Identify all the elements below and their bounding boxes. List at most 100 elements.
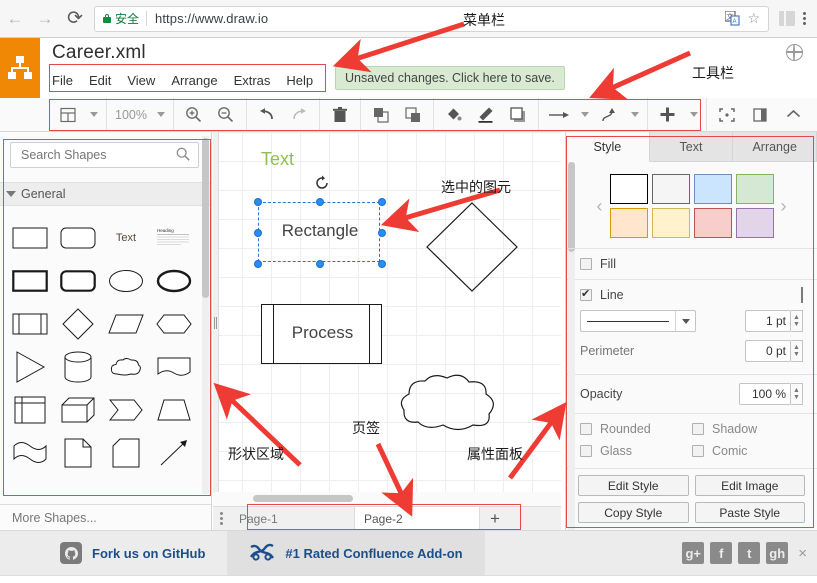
line-width-field[interactable]: 1 pt: [745, 310, 791, 332]
rounded-checkbox[interactable]: [580, 423, 592, 435]
swatch-purple[interactable]: [735, 208, 774, 238]
chevron-right-icon[interactable]: ›: [774, 196, 794, 217]
undo-icon[interactable]: [255, 103, 279, 127]
perimeter-field[interactable]: 0 pt: [745, 340, 791, 362]
shape-hexagon[interactable]: [150, 302, 198, 345]
view-dropdown-caret[interactable]: [90, 112, 98, 117]
shadow-icon[interactable]: [506, 103, 530, 127]
zoom-out-icon[interactable]: [214, 103, 238, 127]
shape-ellipse-thick[interactable]: [150, 259, 198, 302]
opacity-field[interactable]: 100 %: [739, 383, 791, 405]
edit-style-button[interactable]: Edit Style: [578, 475, 689, 496]
send-to-back-icon[interactable]: [401, 103, 425, 127]
shape-rectangle[interactable]: [6, 216, 54, 259]
shape-line[interactable]: [150, 431, 198, 474]
shadow-checkbox[interactable]: [692, 423, 704, 435]
more-shapes-button[interactable]: More Shapes...: [0, 504, 211, 530]
search-input[interactable]: [19, 147, 176, 163]
canvas-hscroll-thumb[interactable]: [253, 495, 353, 502]
swatch-grey[interactable]: [651, 174, 690, 204]
shape-cylinder[interactable]: [54, 345, 102, 388]
insert-dropdown-caret[interactable]: [689, 112, 698, 117]
format-panel-icon[interactable]: [748, 103, 772, 127]
unsaved-changes-notice[interactable]: Unsaved changes. Click here to save.: [335, 66, 565, 90]
tab-style[interactable]: Style: [566, 132, 650, 162]
fill-checkbox[interactable]: [580, 258, 592, 270]
tab-arrange[interactable]: Arrange: [733, 132, 817, 162]
shape-rounded-rectangle[interactable]: [54, 216, 102, 259]
shape-trapezoid[interactable]: [150, 388, 198, 431]
shape-cube[interactable]: [54, 388, 102, 431]
chevron-left-icon[interactable]: ‹: [590, 196, 610, 217]
add-page-button[interactable]: +: [480, 509, 510, 529]
shapes-scrollbar-thumb[interactable]: [202, 138, 209, 298]
shape-ellipse[interactable]: [102, 259, 150, 302]
shape-diamond[interactable]: [54, 302, 102, 345]
zoom-dropdown-caret[interactable]: [156, 112, 165, 117]
line-width-stepper[interactable]: ▲ ▼: [791, 310, 803, 332]
shape-text[interactable]: Text: [102, 216, 150, 259]
fill-color-icon[interactable]: [442, 103, 466, 127]
insert-plus-icon[interactable]: [656, 103, 680, 127]
view-layout-icon[interactable]: [56, 103, 80, 127]
kebab-menu-icon[interactable]: [799, 9, 810, 28]
edit-image-button[interactable]: Edit Image: [694, 475, 805, 496]
address-bar[interactable]: 安全 https://www.draw.io 文A ☆: [94, 5, 769, 32]
line-color-icon[interactable]: [474, 103, 498, 127]
shape-process[interactable]: [6, 302, 54, 345]
page-tab-page-2[interactable]: Page-2: [355, 506, 480, 531]
swatch-blue[interactable]: [693, 174, 732, 204]
connection-dropdown-caret[interactable]: [580, 112, 589, 117]
fullscreen-icon[interactable]: [715, 103, 739, 127]
confluence-addon-link[interactable]: #1 Rated Confluence Add-on: [227, 530, 485, 576]
glass-checkbox[interactable]: [580, 445, 592, 457]
zoom-level-label[interactable]: 100%: [115, 108, 147, 122]
shape-note[interactable]: [54, 431, 102, 474]
swatch-green[interactable]: [735, 174, 774, 204]
menu-item-arrange[interactable]: Arrange: [171, 73, 217, 88]
line-style-select[interactable]: [580, 310, 696, 332]
line-style-caret[interactable]: [675, 311, 695, 331]
shape-step[interactable]: [102, 388, 150, 431]
cloud-shape[interactable]: [400, 374, 494, 431]
shape-triangle[interactable]: [6, 345, 54, 388]
bring-to-front-icon[interactable]: [369, 103, 393, 127]
shape-rounded-thick[interactable]: [54, 259, 102, 302]
line-color-button[interactable]: [801, 287, 803, 303]
copy-style-button[interactable]: Copy Style: [578, 502, 689, 523]
globe-icon[interactable]: [785, 43, 803, 61]
zoom-in-icon[interactable]: [182, 103, 206, 127]
menu-item-view[interactable]: View: [127, 73, 155, 88]
forward-arrow-icon[interactable]: →: [30, 4, 60, 34]
swatch-white[interactable]: [609, 174, 648, 204]
fork-on-github-link[interactable]: Fork us on GitHub: [0, 531, 227, 576]
redo-icon[interactable]: [287, 103, 311, 127]
reload-icon[interactable]: ⟳: [60, 4, 90, 34]
canvas-left-splitter[interactable]: [213, 132, 219, 500]
google-plus-share-icon[interactable]: g+: [682, 542, 705, 564]
swatch-red[interactable]: [693, 208, 732, 238]
waypoints-icon[interactable]: [597, 103, 621, 127]
trash-icon[interactable]: [328, 103, 352, 127]
connection-arrow-icon[interactable]: [547, 103, 571, 127]
search-shapes-box[interactable]: [10, 142, 199, 168]
line-checkbox[interactable]: [580, 287, 592, 301]
collapse-chevron-icon[interactable]: [781, 103, 805, 127]
shape-square-thick[interactable]: [6, 259, 54, 302]
menu-item-edit[interactable]: Edit: [89, 73, 111, 88]
menu-item-file[interactable]: File: [52, 73, 73, 88]
back-arrow-icon[interactable]: ←: [0, 4, 30, 34]
shape-textbox[interactable]: Heading: [150, 216, 198, 259]
page-menu-icon[interactable]: [213, 512, 230, 525]
shape-document[interactable]: [150, 345, 198, 388]
opacity-stepper[interactable]: ▲ ▼: [791, 383, 803, 405]
translate-icon[interactable]: 文A: [724, 10, 740, 26]
close-banner-icon[interactable]: ×: [794, 545, 807, 562]
shape-parallelogram[interactable]: [102, 302, 150, 345]
star-icon[interactable]: ☆: [747, 10, 760, 27]
extension-icon[interactable]: [779, 11, 795, 26]
shape-card[interactable]: [102, 431, 150, 474]
page-tab-page-1[interactable]: Page-1: [230, 506, 355, 531]
perimeter-stepper[interactable]: ▲ ▼: [791, 340, 803, 362]
waypoints-dropdown-caret[interactable]: [630, 112, 639, 117]
